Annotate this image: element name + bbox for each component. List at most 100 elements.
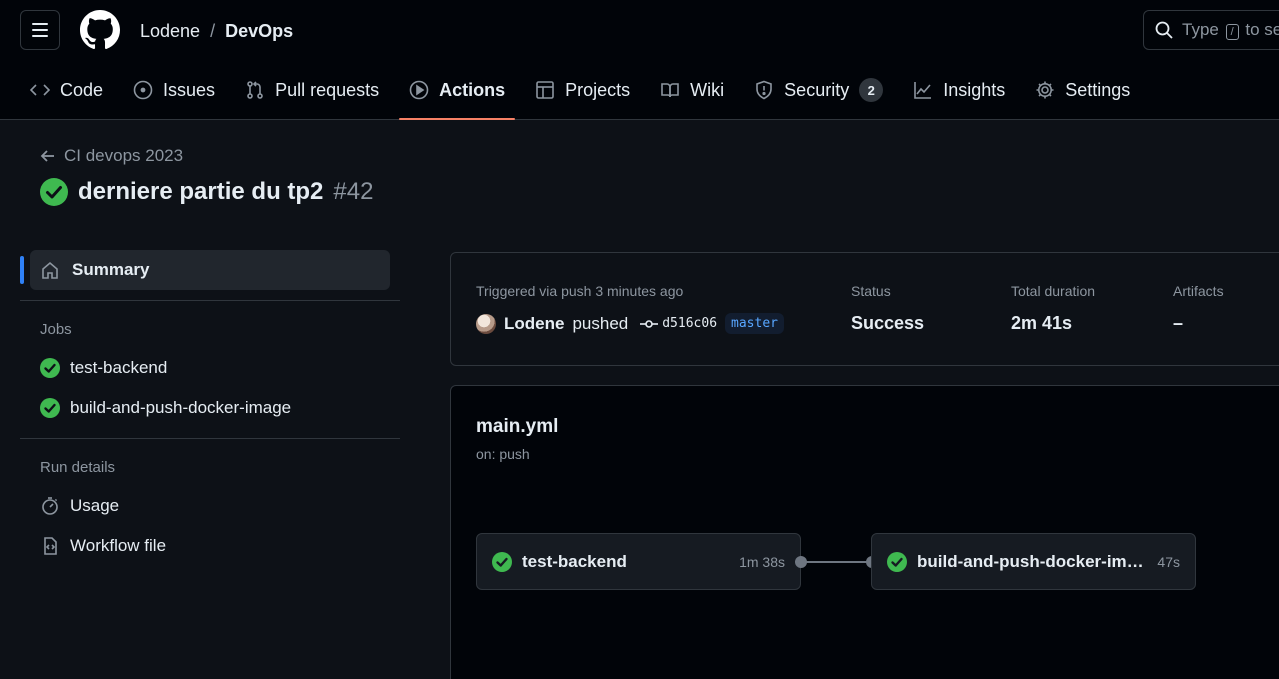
stopwatch-icon <box>42 497 58 515</box>
artifacts-label: Artifacts <box>1173 283 1224 299</box>
success-check-icon <box>40 398 60 418</box>
job-duration: 47s <box>1157 553 1180 570</box>
sidebar-divider <box>20 300 400 301</box>
tab-label: Settings <box>1065 79 1131 100</box>
tab-security[interactable]: Security 2 <box>744 70 893 110</box>
tab-code[interactable]: Code <box>20 70 113 110</box>
menu-bar <box>32 29 48 31</box>
graph-connector-line <box>806 561 872 563</box>
tab-projects[interactable]: Projects <box>525 70 640 110</box>
tab-label: Projects <box>565 79 631 100</box>
tab-issues[interactable]: Issues <box>123 70 225 110</box>
search-icon <box>1155 21 1173 39</box>
sidebar-job-build-and-push-docker-image[interactable]: build-and-push-docker-image <box>20 388 400 428</box>
repo-link[interactable]: DevOps <box>225 20 293 42</box>
search-placeholder-start: Type <box>1182 20 1219 39</box>
job-node-test-backend[interactable]: test-backend 1m 38s <box>476 533 801 590</box>
file-code-icon <box>44 537 57 555</box>
arrow-left-icon <box>40 150 54 162</box>
security-counter-badge: 2 <box>859 78 884 102</box>
tab-wiki[interactable]: Wiki <box>650 70 734 110</box>
success-check-icon <box>887 551 907 572</box>
duration-value: 2m 41s <box>1011 313 1073 333</box>
owner-link[interactable]: Lodene <box>140 20 200 42</box>
tab-label: Insights <box>943 79 1006 100</box>
issue-icon <box>133 80 153 100</box>
run-sidebar: Summary Jobs test-backend build-and-push… <box>20 250 400 566</box>
gear-icon <box>1036 81 1054 99</box>
code-icon <box>30 84 50 96</box>
repo-breadcrumb: Lodene / DevOps <box>140 20 293 42</box>
graph-icon <box>914 82 932 99</box>
play-icon <box>409 80 429 100</box>
duration-label: Total duration <box>1011 283 1096 299</box>
menu-button[interactable] <box>20 10 60 50</box>
job-node-build-and-push-docker-image[interactable]: build-and-push-docker-image 47s <box>871 533 1196 590</box>
job-duration: 1m 38s <box>739 553 785 570</box>
breadcrumb-separator: / <box>210 21 216 41</box>
git-commit-icon <box>640 319 659 328</box>
artifacts-value: – <box>1173 313 1184 333</box>
tab-label: Code <box>60 79 104 100</box>
tab-insights[interactable]: Insights <box>903 70 1015 110</box>
shield-icon <box>756 80 772 100</box>
search-shortcut-key: / <box>1225 24 1239 40</box>
push-action-text: pushed <box>572 313 629 333</box>
sidebar-item-usage[interactable]: Usage <box>20 486 400 526</box>
sidebar-item-label: Summary <box>72 260 150 279</box>
tab-label: Actions <box>439 79 506 100</box>
sidebar-item-label: test-backend <box>70 358 168 377</box>
sidebar-item-workflow-file[interactable]: Workflow file <box>20 526 400 566</box>
run-number: #42 <box>333 178 374 205</box>
tab-pull-requests[interactable]: Pull requests <box>235 70 389 110</box>
page-title: derniere partie du tp2 #42 <box>40 178 373 206</box>
sidebar-item-label: Workflow file <box>70 536 167 555</box>
jobs-heading: Jobs <box>40 321 72 338</box>
workflow-name: CI devops 2023 <box>64 146 184 165</box>
sidebar-job-test-backend[interactable]: test-backend <box>20 348 400 388</box>
branch-label[interactable]: master <box>725 313 784 334</box>
menu-bar <box>32 23 48 25</box>
sidebar-item-label: Usage <box>70 496 120 515</box>
status-label: Status <box>851 283 891 299</box>
sidebar-item-summary[interactable]: Summary <box>20 250 390 290</box>
workflow-graph: main.yml on: push test-backend 1m 38s bu… <box>450 385 1279 679</box>
workflow-trigger: on: push <box>476 446 530 462</box>
search-placeholder-end: to se <box>1245 20 1279 39</box>
tab-label: Pull requests <box>275 79 380 100</box>
github-logo-icon[interactable] <box>80 10 120 50</box>
workflow-file-name: main.yml <box>476 416 559 437</box>
tab-actions[interactable]: Actions <box>399 70 516 120</box>
status-value: Success <box>851 313 925 333</box>
menu-bar <box>32 35 48 37</box>
search-input[interactable]: Type / to se <box>1143 10 1279 50</box>
tab-settings[interactable]: Settings <box>1025 70 1140 110</box>
job-name: build-and-push-docker-image <box>917 551 1153 571</box>
sidebar-item-label: build-and-push-docker-image <box>70 398 292 417</box>
commit-sha: d516c06 <box>662 316 718 331</box>
success-check-icon <box>40 178 68 206</box>
trigger-details: Lodene pushed d516c06 master <box>476 313 784 334</box>
actor-link[interactable]: Lodene <box>504 314 564 334</box>
commit-link[interactable]: d516c06 <box>640 316 717 331</box>
run-title: derniere partie du tp2 <box>78 178 324 205</box>
success-check-icon <box>40 358 60 378</box>
repo-header: Lodene / DevOps Type / to se Code Issues… <box>0 0 1279 120</box>
tab-label: Wiki <box>690 79 725 100</box>
repo-tabs: Code Issues Pull requests Actions Projec… <box>20 70 1150 120</box>
pull-request-icon <box>247 81 263 99</box>
success-check-icon <box>492 551 512 572</box>
run-details-heading: Run details <box>40 459 116 476</box>
book-icon <box>661 83 679 98</box>
trigger-label: Triggered via push 3 minutes ago <box>476 283 684 299</box>
job-name: test-backend <box>522 551 627 571</box>
avatar[interactable] <box>476 313 496 334</box>
search-placeholder: Type / to se <box>1182 20 1279 40</box>
run-summary-card: Triggered via push 3 minutes ago Lodene … <box>450 252 1279 366</box>
tab-label: Issues <box>163 79 216 100</box>
sidebar-divider <box>20 438 400 439</box>
workflow-back-link[interactable]: CI devops 2023 <box>40 146 183 166</box>
table-icon <box>536 81 554 99</box>
tab-label: Security <box>784 79 850 100</box>
home-icon <box>42 261 58 279</box>
